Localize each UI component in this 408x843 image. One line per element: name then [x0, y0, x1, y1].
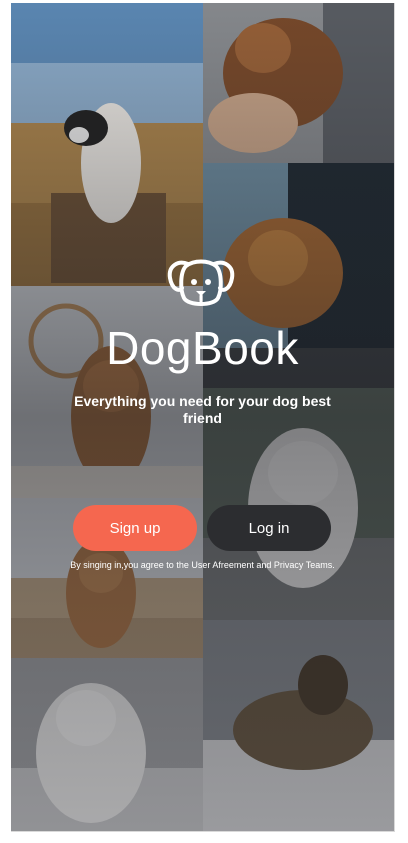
tagline-text: Everything you need for your dog best fr… — [74, 393, 331, 426]
app-screen: DogBook Everything you need for your dog… — [11, 3, 395, 832]
app-title: DogBook — [106, 322, 299, 374]
terms-text: By singing in,you agree to the User Afre… — [70, 560, 335, 570]
signup-button[interactable]: Sign up — [73, 505, 197, 551]
dog-face-icon — [166, 258, 236, 310]
login-button[interactable]: Log in — [207, 505, 331, 551]
